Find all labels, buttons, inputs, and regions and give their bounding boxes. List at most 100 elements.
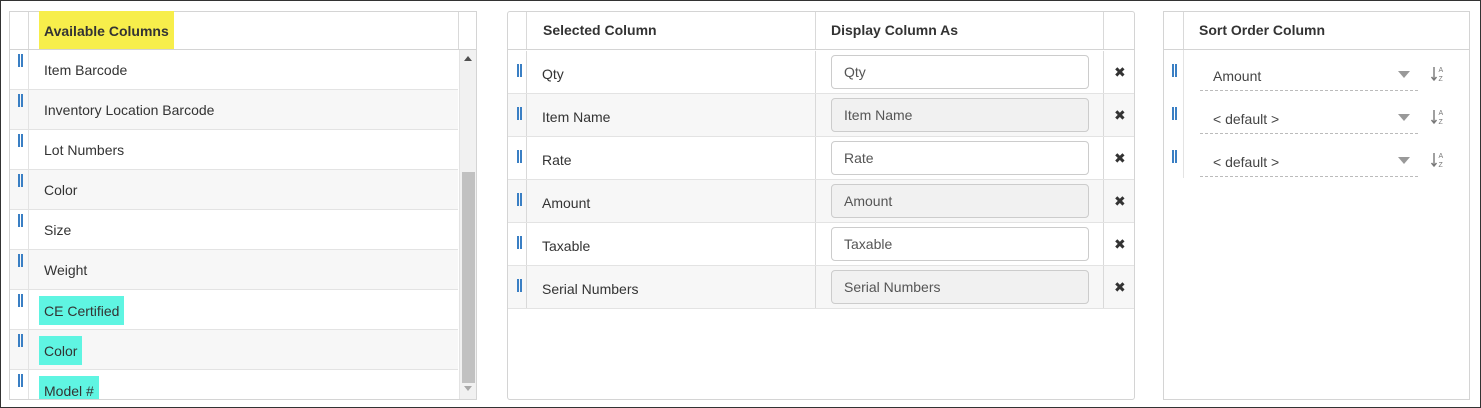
- available-column-item[interactable]: Lot Numbers: [10, 130, 458, 170]
- column-divider: [526, 180, 527, 222]
- display-column-as-input[interactable]: [831, 55, 1089, 89]
- selected-columns-header: Selected Column Display Column As: [508, 12, 1134, 50]
- drag-handle-icon[interactable]: [517, 150, 522, 163]
- selected-column-row: Rate ✖: [508, 137, 1134, 180]
- available-column-item[interactable]: Model #: [10, 370, 458, 399]
- available-columns-title: Available Columns: [39, 11, 174, 49]
- caret-down-icon[interactable]: [1398, 114, 1410, 121]
- column-divider: [526, 223, 527, 265]
- column-divider: [526, 94, 527, 136]
- scrollbar[interactable]: [459, 50, 476, 399]
- sort-column-select[interactable]: < default >: [1200, 106, 1418, 134]
- column-divider: [526, 266, 527, 308]
- sort-column-select[interactable]: < default >: [1200, 149, 1418, 177]
- remove-x-icon[interactable]: ✖: [1114, 65, 1128, 79]
- display-column-as-input[interactable]: [831, 141, 1089, 175]
- display-column-as-input[interactable]: [831, 227, 1089, 261]
- sort-az-icon[interactable]: AZ: [1430, 151, 1446, 169]
- column-divider: [1103, 137, 1104, 179]
- drag-handle-icon[interactable]: [517, 107, 522, 120]
- sort-column-select[interactable]: Amount: [1200, 63, 1418, 91]
- selected-column-name: Taxable: [542, 238, 591, 254]
- remove-x-icon[interactable]: ✖: [1114, 108, 1128, 122]
- caret-down-icon[interactable]: [1398, 157, 1410, 164]
- svg-text:A: A: [1439, 153, 1444, 160]
- column-divider: [526, 12, 527, 49]
- drag-handle-icon[interactable]: [18, 334, 23, 347]
- column-divider: [815, 266, 816, 308]
- selected-column-name: Amount: [542, 195, 591, 211]
- available-column-label: Color: [39, 336, 83, 365]
- available-column-item[interactable]: Weight: [10, 250, 458, 290]
- selected-column-name: Qty: [542, 66, 564, 82]
- column-divider: [815, 51, 816, 93]
- selected-column-row: Item Name ✖: [508, 94, 1134, 137]
- available-columns-list[interactable]: Item Barcode Inventory Location Barcode Lo…: [10, 50, 458, 399]
- drag-handle-icon[interactable]: [517, 279, 522, 292]
- selected-column-row: Amount ✖: [508, 180, 1134, 223]
- drag-handle-icon[interactable]: [1172, 150, 1177, 163]
- selected-column-name: Serial Numbers: [542, 281, 639, 297]
- available-column-item[interactable]: CE Certified: [10, 290, 458, 330]
- column-divider: [1183, 12, 1184, 49]
- drag-handle-icon[interactable]: [517, 236, 522, 249]
- available-column-label: Color: [44, 182, 78, 198]
- scrollbar-thumb[interactable]: [462, 172, 475, 383]
- sort-column-value: Amount: [1213, 68, 1262, 84]
- available-column-item[interactable]: Size: [10, 210, 458, 250]
- svg-text:Z: Z: [1439, 76, 1444, 83]
- drag-handle-icon[interactable]: [18, 134, 23, 147]
- available-columns-panel: Available Columns Item Barcode Inventory …: [9, 11, 477, 400]
- scroll-down-arrow-icon[interactable]: [464, 386, 472, 391]
- display-column-as-input[interactable]: [831, 98, 1089, 132]
- drag-handle-icon[interactable]: [18, 254, 23, 267]
- column-divider: [815, 137, 816, 179]
- available-column-label: Weight: [44, 262, 88, 278]
- drag-handle-icon[interactable]: [1172, 64, 1177, 77]
- drag-handle-icon[interactable]: [18, 294, 23, 307]
- selected-column-row: Serial Numbers ✖: [508, 266, 1134, 309]
- available-column-label: Inventory Location Barcode: [44, 102, 215, 118]
- drag-handle-icon[interactable]: [1172, 107, 1177, 120]
- drag-handle-icon[interactable]: [18, 374, 23, 387]
- svg-text:Z: Z: [1439, 119, 1444, 126]
- selected-column-row: Taxable ✖: [508, 223, 1134, 266]
- column-divider: [815, 180, 816, 222]
- column-divider: [1103, 266, 1104, 308]
- selected-column-heading: Selected Column: [543, 22, 657, 38]
- remove-x-icon[interactable]: ✖: [1114, 151, 1128, 165]
- remove-x-icon[interactable]: ✖: [1114, 280, 1128, 294]
- remove-x-icon[interactable]: ✖: [1114, 237, 1128, 251]
- column-divider: [1103, 223, 1104, 265]
- available-column-item[interactable]: Color: [10, 170, 458, 210]
- drag-handle-icon[interactable]: [18, 54, 23, 67]
- column-divider: [1103, 12, 1104, 49]
- sort-az-icon[interactable]: AZ: [1430, 65, 1446, 83]
- svg-text:A: A: [1439, 67, 1444, 74]
- available-column-item[interactable]: Color: [10, 330, 458, 370]
- sort-order-row: < default > A Z: [1164, 100, 1469, 143]
- display-column-as-input[interactable]: [831, 184, 1089, 218]
- sort-column-value: < default >: [1213, 111, 1280, 127]
- available-columns-header: Available Columns: [10, 11, 476, 50]
- column-divider: [458, 12, 459, 49]
- display-column-as-input[interactable]: [831, 270, 1089, 304]
- drag-handle-icon[interactable]: [18, 94, 23, 107]
- scroll-up-arrow-icon[interactable]: [464, 56, 472, 61]
- column-divider: [28, 50, 29, 399]
- remove-x-icon[interactable]: ✖: [1114, 194, 1128, 208]
- drag-handle-icon[interactable]: [18, 174, 23, 187]
- column-divider: [815, 12, 816, 49]
- sort-order-panel: Sort Order Column Amount A Z < default > A Z <…: [1163, 11, 1470, 400]
- sort-az-icon[interactable]: AZ: [1430, 108, 1446, 126]
- column-divider: [815, 223, 816, 265]
- available-column-label: Model #: [39, 376, 99, 399]
- drag-handle-icon[interactable]: [517, 193, 522, 206]
- selected-columns-panel: Selected Column Display Column As Qty✖It…: [507, 11, 1135, 400]
- caret-down-icon[interactable]: [1398, 71, 1410, 78]
- available-column-item[interactable]: Item Barcode: [10, 50, 458, 90]
- available-column-item[interactable]: Inventory Location Barcode: [10, 90, 458, 130]
- drag-handle-icon[interactable]: [18, 214, 23, 227]
- available-column-label: Lot Numbers: [44, 142, 125, 158]
- drag-handle-icon[interactable]: [517, 64, 522, 77]
